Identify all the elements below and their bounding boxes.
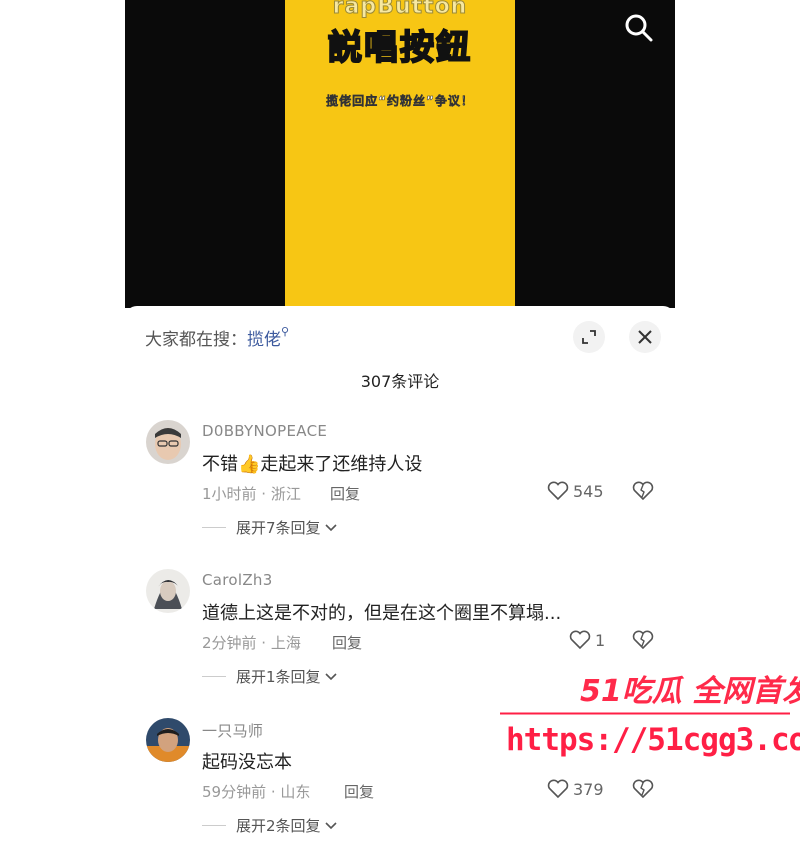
avatar[interactable]	[146, 569, 190, 613]
divider	[202, 527, 226, 528]
expand-replies[interactable]: 展开2条回复	[202, 815, 338, 836]
like-count: 379	[573, 779, 604, 799]
comment-text-part: 不错	[202, 454, 238, 475]
hot-search-prefix: 大家都在搜：	[145, 330, 247, 350]
like-count: 545	[573, 481, 604, 501]
heart-icon	[569, 630, 591, 650]
poster-english-title: rapButton	[332, 0, 468, 20]
close-button[interactable]	[629, 321, 661, 353]
comment-text: 起码没忘本	[202, 752, 292, 773]
username[interactable]: CarolZh3	[202, 571, 273, 589]
expand-replies-label: 展开2条回复	[236, 817, 321, 835]
broken-heart-icon	[632, 481, 654, 501]
comment-meta: 1小时前 · 浙江	[202, 485, 301, 503]
expand-replies[interactable]: 展开7条回复	[202, 517, 338, 538]
dislike-button[interactable]	[632, 481, 654, 505]
username[interactable]: 一只马师	[202, 720, 263, 741]
watermark-divider	[500, 712, 790, 715]
comment-meta: 59分钟前 · 山东	[202, 783, 311, 801]
comment-item: D0BBYNOPEACE 不错👍走起来了还维持人设 1小时前 · 浙江 回复 5…	[125, 420, 675, 550]
broken-heart-icon	[632, 630, 654, 650]
close-icon	[638, 330, 652, 344]
like-button[interactable]: 545	[547, 481, 604, 501]
small-search-icon: ⚲	[281, 325, 290, 338]
reply-button[interactable]: 回复	[330, 483, 360, 504]
comment-text-part: 走起来了还维持人设	[260, 454, 423, 475]
like-count: 1	[595, 630, 606, 650]
hot-search-bar[interactable]: 大家都在搜：揽佬⚲	[145, 325, 289, 350]
divider	[202, 676, 226, 677]
video-poster: rapButton 説唱按鈕 揽佬回应“约粉丝”争议！	[285, 0, 515, 308]
comment-count: 307条评论	[360, 372, 440, 391]
expand-replies[interactable]: 展开1条回复	[202, 666, 338, 687]
like-button[interactable]: 1	[569, 630, 605, 650]
expand-icon	[582, 330, 596, 344]
watermark-url: https://51cgg3.com	[506, 722, 800, 758]
fullscreen-button[interactable]	[573, 321, 605, 353]
like-button[interactable]: 379	[547, 779, 604, 799]
reply-button[interactable]: 回复	[344, 781, 374, 802]
dislike-button[interactable]	[632, 630, 654, 654]
expand-replies-label: 展开1条回复	[236, 668, 321, 686]
username[interactable]: D0BBYNOPEACE	[202, 422, 327, 440]
expand-replies-label: 展开7条回复	[236, 519, 321, 537]
avatar[interactable]	[146, 420, 190, 464]
comment-meta: 2分钟前 · 上海	[202, 634, 301, 652]
comment-text: 道德上这是不对的，但是在这个圈里不算塌...	[202, 603, 562, 624]
chevron-down-icon	[324, 523, 337, 531]
reply-button[interactable]: 回复	[332, 632, 362, 653]
comment-text: 不错👍走起来了还维持人设	[202, 450, 422, 476]
watermark-brand: 51吃瓜 全网首发	[580, 674, 800, 709]
poster-caption: 揽佬回应“约粉丝”争议！	[326, 94, 474, 109]
chevron-down-icon	[324, 672, 337, 680]
broken-heart-icon	[632, 779, 654, 799]
avatar[interactable]	[146, 718, 190, 762]
video-player[interactable]: rapButton 説唱按鈕 揽佬回应“约粉丝”争议！	[125, 0, 675, 308]
chevron-down-icon	[324, 821, 337, 829]
thumbs-up-emoji-icon: 👍	[238, 454, 261, 475]
heart-icon	[547, 481, 569, 501]
divider	[202, 825, 226, 826]
watermark: 51吃瓜 全网首发 https://51cgg3.com	[500, 666, 800, 766]
dislike-button[interactable]	[632, 779, 654, 803]
search-button[interactable]	[623, 12, 655, 44]
search-icon	[625, 14, 653, 42]
hot-search-keyword[interactable]: 揽佬	[247, 330, 281, 350]
poster-title: 説唱按鈕	[327, 27, 472, 69]
heart-icon	[547, 779, 569, 799]
